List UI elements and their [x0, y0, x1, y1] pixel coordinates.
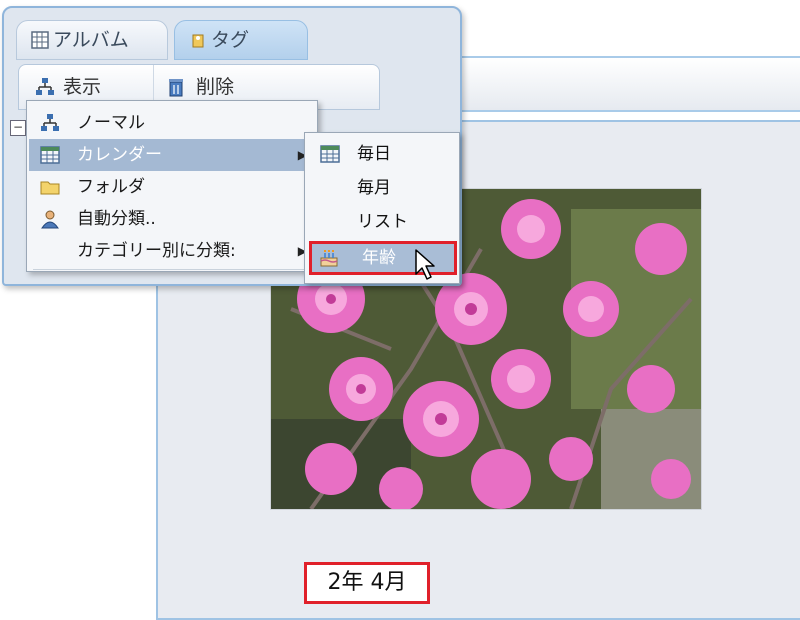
submenu-item-label: 毎日 [357, 144, 391, 164]
hierarchy-icon [36, 78, 54, 95]
date-group-label: 2年 4月 [304, 562, 430, 604]
menu-item-label: ノーマル [77, 113, 145, 133]
trash-icon [169, 79, 183, 97]
menu-item-label: カテゴリー別に分類: [77, 241, 236, 261]
tab-album-label: アルバム [53, 29, 129, 51]
hierarchy-icon [41, 114, 59, 131]
menu-item-label: 自動分類.. [77, 209, 156, 229]
submenu-item-label: 毎月 [357, 178, 391, 198]
menu-item-normal[interactable]: ノーマル [29, 107, 315, 139]
view-label: 表示 [63, 76, 102, 98]
tab-tag[interactable]: タグ [174, 20, 308, 60]
tab-album[interactable]: アルバム [16, 20, 168, 60]
submenu-item-label: リスト [357, 212, 408, 232]
tree-collapse-toggle[interactable]: − [10, 120, 26, 136]
mouse-cursor-icon [415, 249, 435, 280]
submenu-item-list[interactable]: リスト [307, 205, 457, 239]
submenu-item-label: 年齢 [362, 248, 396, 268]
menu-item-folder[interactable]: フォルダ [29, 171, 315, 203]
album-grid-icon [31, 31, 49, 49]
tab-tag-label: タグ [211, 29, 250, 51]
menu-item-auto-classify[interactable]: 自動分類.. [29, 203, 315, 235]
calendar-icon [40, 146, 60, 164]
calendar-grid-icon [320, 145, 340, 163]
birthday-cake-icon [320, 250, 338, 267]
delete-label: 削除 [196, 76, 235, 98]
submenu-item-daily[interactable]: 毎日 [307, 137, 457, 171]
view-menu: ノーマル カレンダー ▶ フォルダ 自動分類.. カテゴリー別に分類: ▶ [26, 100, 318, 272]
menu-item-label: カレンダー [77, 145, 162, 165]
folder-icon [40, 181, 60, 195]
person-icon [41, 210, 59, 229]
menu-item-label: フォルダ [77, 177, 145, 197]
menu-separator [33, 269, 313, 270]
menu-item-calendar[interactable]: カレンダー ▶ [29, 139, 315, 171]
submenu-item-monthly[interactable]: 毎月 [307, 171, 457, 205]
menu-item-by-category[interactable]: カテゴリー別に分類: ▶ [29, 235, 315, 267]
tag-icon [192, 34, 204, 48]
